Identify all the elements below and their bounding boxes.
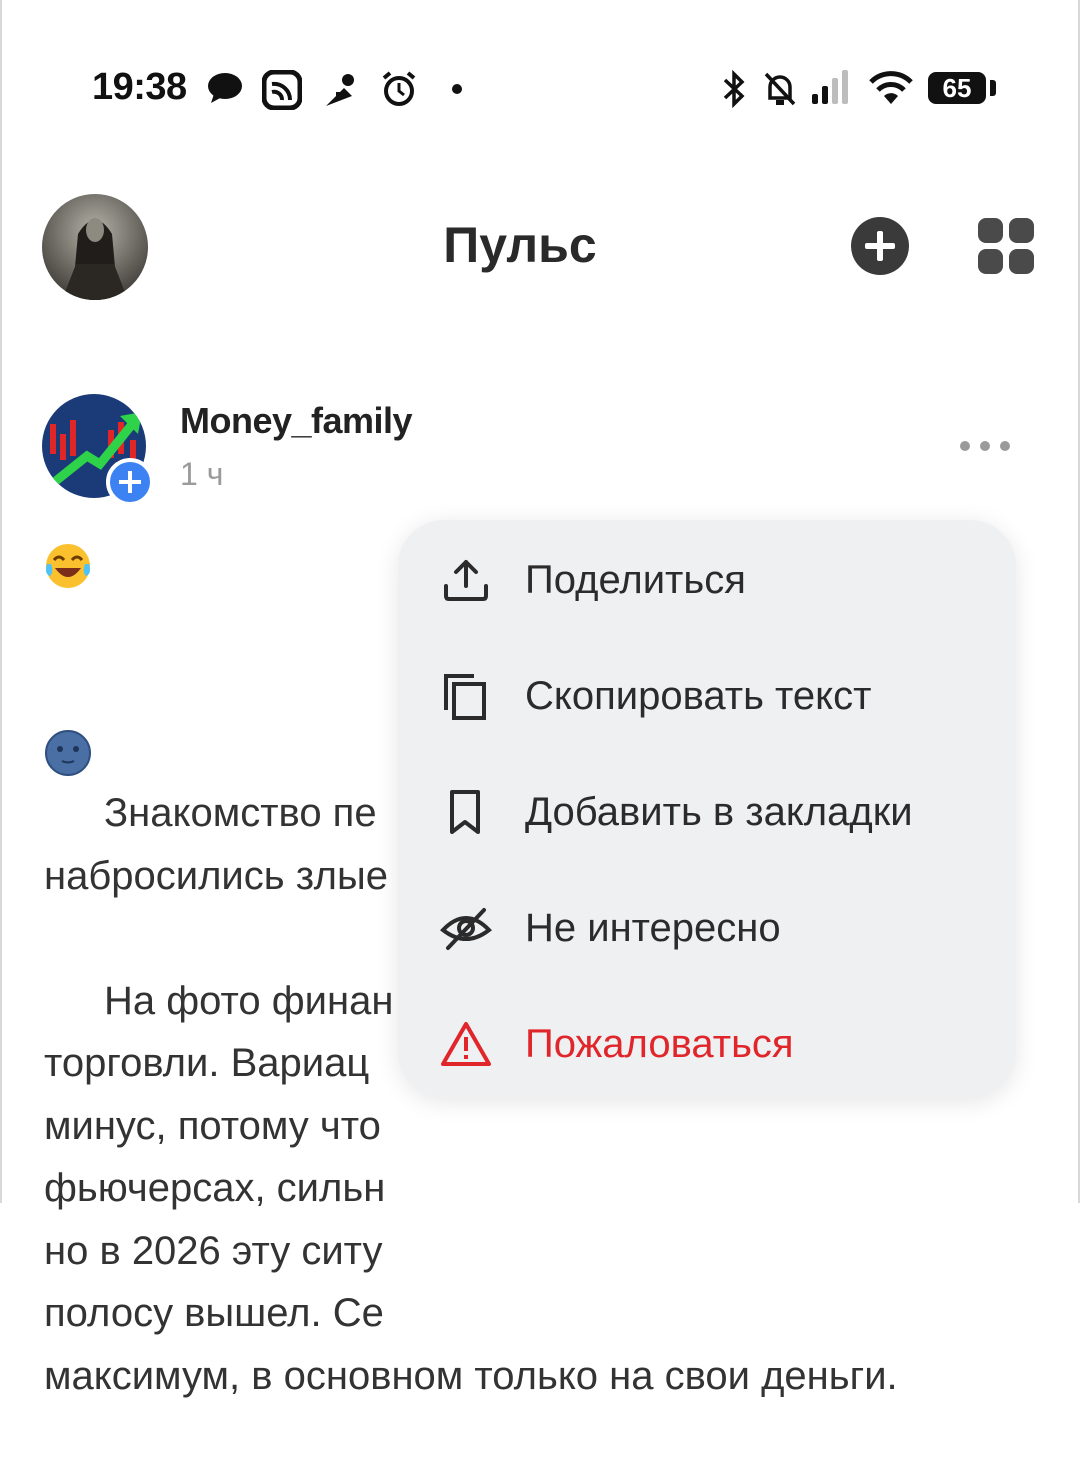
post-text-line: фьючерсах, сильн	[44, 1166, 386, 1210]
menu-item-label: Скопировать текст	[525, 674, 872, 718]
copy-icon	[444, 674, 486, 720]
post-text-line: минус, потому что	[44, 1103, 381, 1148]
menu-item-label: Не интересно	[525, 906, 781, 950]
bookmark-icon	[450, 790, 480, 834]
post-text-line: но в 2026 эту ситу	[44, 1228, 383, 1273]
more-notifications-dot	[452, 84, 462, 94]
moon-face-emoji-icon	[45, 730, 91, 776]
pin-icon	[326, 74, 354, 106]
author-avatar[interactable]	[42, 394, 154, 506]
laughing-emoji-icon	[46, 544, 90, 588]
bluetooth-icon	[723, 70, 745, 108]
menu-item-copy-text[interactable]: Скопировать текст	[398, 638, 1016, 754]
menu-item-label: Пожаловаться	[525, 1022, 794, 1066]
eye-off-icon	[440, 908, 492, 950]
alarm-icon	[382, 71, 416, 106]
battery-tip	[990, 80, 996, 96]
post-text-line: полосу вышел. Се	[44, 1291, 384, 1335]
post-text-line: максимум, в основном только на свои день…	[44, 1353, 898, 1398]
mute-icon	[764, 72, 796, 106]
apps-grid-icon[interactable]	[978, 218, 1034, 274]
post-author[interactable]: Money_family	[180, 400, 413, 442]
menu-item-bookmark[interactable]: Добавить в закладки	[398, 754, 1016, 870]
menu-item-share[interactable]: Поделиться	[398, 522, 1016, 638]
menu-item-report[interactable]: Пожаловаться	[398, 986, 1016, 1102]
warning-icon	[441, 1022, 491, 1066]
menu-item-label: Добавить в закладки	[525, 790, 913, 834]
context-menu: Поделиться Скопировать текст Добавить в …	[398, 520, 1016, 1098]
post-time: 1 ч	[180, 456, 224, 492]
wifi-icon	[869, 71, 913, 104]
status-bar: 19:38 65	[0, 60, 1080, 120]
menu-item-label: Поделиться	[525, 558, 746, 602]
add-post-button[interactable]	[850, 216, 910, 276]
signal-icon	[812, 70, 848, 104]
battery-level: 65	[928, 72, 986, 104]
menu-item-not-interested[interactable]: Не интересно	[398, 870, 1016, 986]
share-icon	[444, 560, 488, 601]
more-options-icon[interactable]	[958, 434, 1012, 458]
app-notification-icon	[262, 70, 302, 110]
chat-bubble-icon	[208, 73, 242, 103]
follow-plus-icon[interactable]	[106, 458, 154, 506]
status-time: 19:38	[92, 66, 187, 108]
